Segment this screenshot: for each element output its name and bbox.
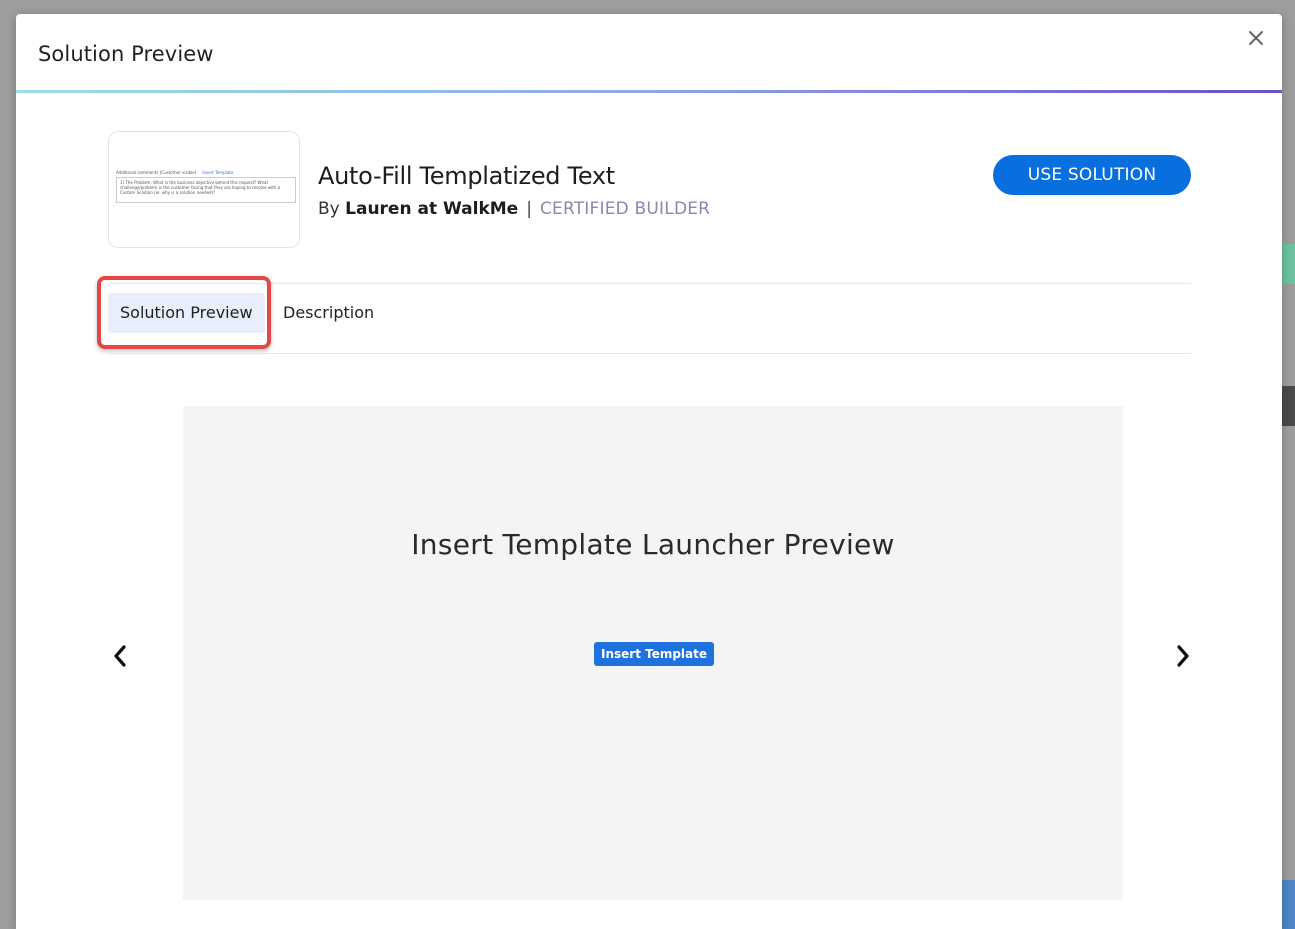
thumbnail-header: Additional comments (Customer visible) — [116, 170, 197, 175]
solution-thumbnail: Additional comments (Customer visible) I… — [108, 131, 300, 248]
solution-preview-modal: Solution Preview Additional comments (Cu… — [16, 14, 1282, 929]
byline-prefix: By — [318, 199, 340, 219]
author-name: Lauren at WalkMe — [345, 199, 519, 219]
modal-header: Solution Preview — [16, 14, 1282, 90]
background-fragment — [1282, 880, 1295, 929]
thumbnail-body: 1) The Problem: What is the business obj… — [120, 180, 281, 195]
tab-description[interactable]: Description — [271, 293, 386, 333]
preview-carousel: Insert Template Launcher Preview Insert … — [183, 406, 1123, 900]
tab-bar: Solution Preview Description — [97, 275, 1191, 355]
byline-separator: | — [526, 199, 532, 219]
solution-title: Auto-Fill Templatized Text — [318, 162, 615, 190]
solution-byline: By Lauren at WalkMe | CERTIFIED BUILDER — [318, 199, 710, 219]
thumbnail-textbox: 1) The Problem: What is the business obj… — [116, 177, 296, 203]
close-button[interactable] — [1244, 26, 1268, 50]
modal-title: Solution Preview — [38, 42, 214, 66]
close-icon — [1249, 31, 1263, 45]
carousel-prev-button[interactable] — [108, 642, 132, 670]
use-solution-button[interactable]: USE SOLUTION — [993, 155, 1191, 195]
preview-heading: Insert Template Launcher Preview — [411, 528, 895, 561]
tab-solution-preview[interactable]: Solution Preview — [108, 293, 265, 333]
certified-badge: CERTIFIED BUILDER — [539, 199, 711, 219]
carousel-next-button[interactable] — [1171, 642, 1195, 670]
thumbnail-link: Insert Template — [202, 170, 234, 175]
header-divider — [16, 90, 1282, 93]
chevron-right-icon — [1177, 645, 1189, 667]
divider — [108, 353, 1191, 354]
background-fragment — [1282, 244, 1295, 284]
chevron-left-icon — [114, 645, 126, 667]
insert-template-button[interactable]: Insert Template — [594, 642, 714, 666]
background-fragment — [1282, 386, 1295, 426]
solution-hero: Additional comments (Customer visible) I… — [108, 131, 1191, 284]
